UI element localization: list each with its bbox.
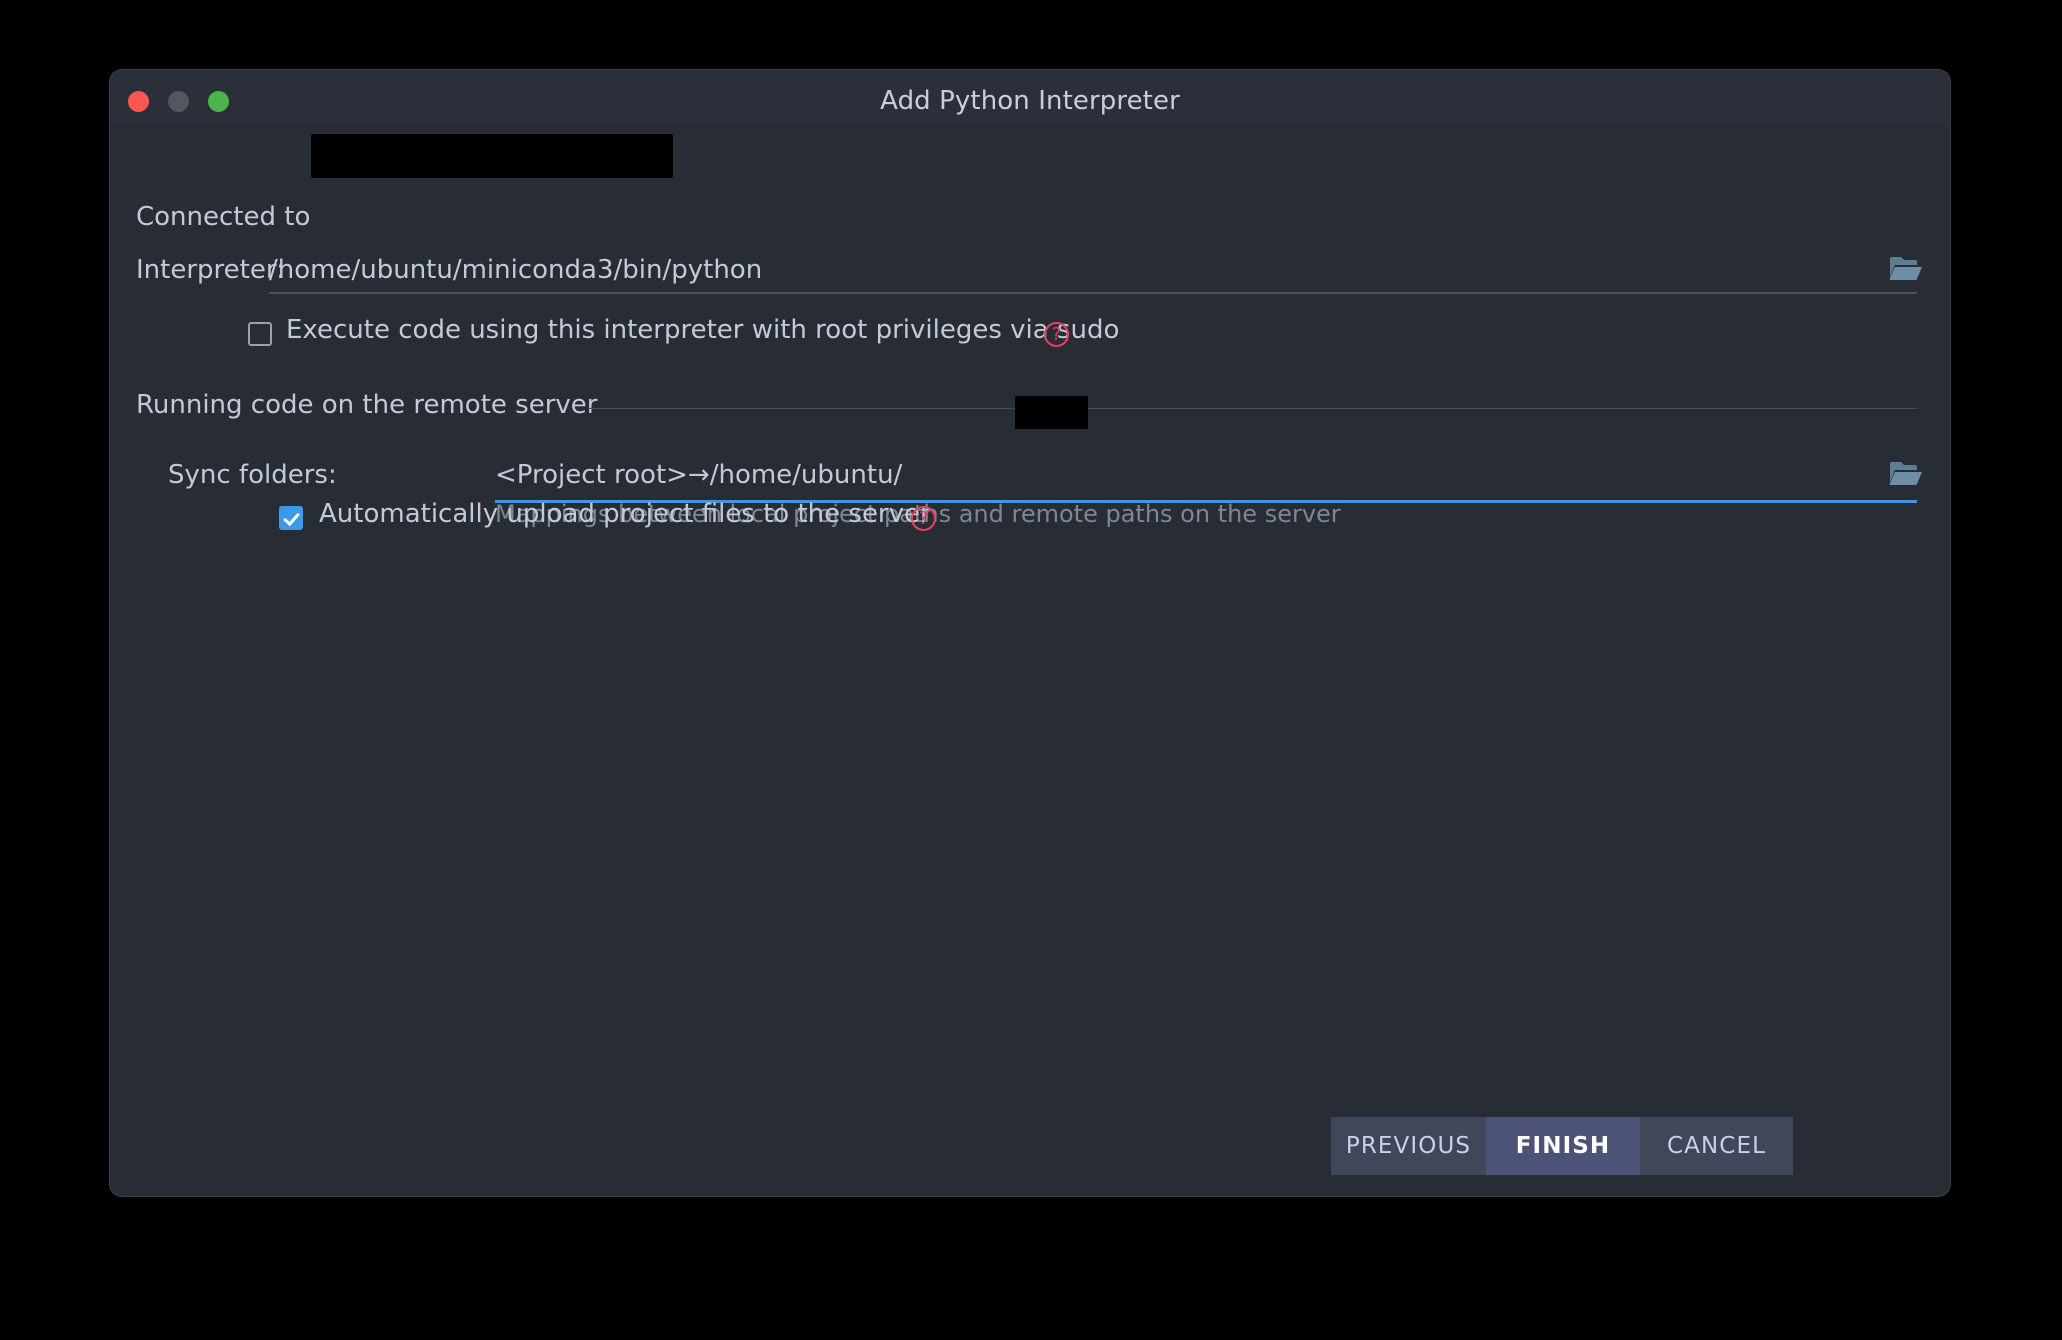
sync-folders-label: Sync folders: bbox=[168, 460, 337, 490]
sync-folders-value-redacted bbox=[1015, 396, 1088, 429]
folder-icon[interactable] bbox=[1889, 255, 1923, 281]
finish-button[interactable]: FINISH bbox=[1486, 1117, 1640, 1175]
help-circle-icon[interactable]: ? bbox=[1044, 322, 1069, 347]
auto-upload-checkbox[interactable] bbox=[279, 506, 303, 530]
previous-button[interactable]: PREVIOUS bbox=[1331, 1117, 1486, 1175]
folder-icon[interactable] bbox=[1889, 460, 1923, 486]
connected-to-label: Connected to bbox=[136, 202, 311, 232]
interpreter-label: Interpreter: bbox=[136, 255, 285, 285]
sudo-checkbox-label[interactable]: Execute code using this interpreter with… bbox=[286, 315, 1119, 345]
sync-folders-input[interactable]: <Project root>→/home/ubuntu/ bbox=[495, 460, 902, 490]
remote-section-header: Running code on the remote server bbox=[136, 390, 598, 420]
cancel-button[interactable]: CANCEL bbox=[1640, 1117, 1793, 1175]
sudo-checkbox[interactable] bbox=[248, 322, 272, 346]
dialog-titlebar: Add Python Interpreter bbox=[110, 70, 1950, 126]
auto-upload-checkbox-label[interactable]: Automatically upload project files to th… bbox=[319, 499, 931, 529]
add-python-interpreter-dialog: Add Python Interpreter Connected to Inte… bbox=[110, 70, 1950, 1196]
dialog-title: Add Python Interpreter bbox=[880, 86, 1180, 116]
remote-section-divider bbox=[588, 408, 1917, 409]
help-circle-icon[interactable]: ? bbox=[911, 506, 936, 531]
connected-to-value-redacted bbox=[311, 134, 673, 178]
interpreter-path-input[interactable]: /home/ubuntu/miniconda3/bin/python bbox=[269, 255, 762, 285]
sudo-checkbox-row: Execute code using this interpreter with… bbox=[136, 315, 1136, 352]
auto-upload-checkbox-row: Automatically upload project files to th… bbox=[136, 499, 936, 536]
interpreter-field-underline bbox=[269, 292, 1917, 294]
